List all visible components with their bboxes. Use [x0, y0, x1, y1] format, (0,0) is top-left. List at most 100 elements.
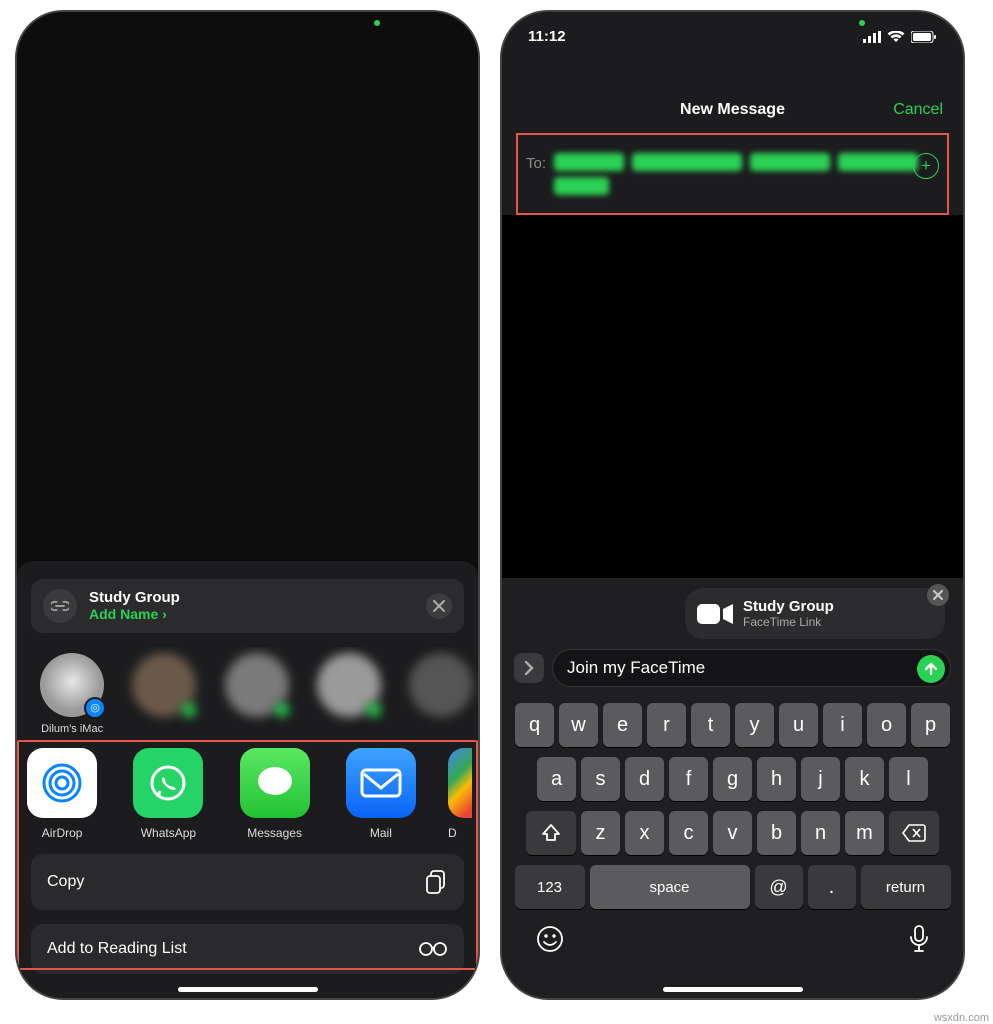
shift-icon [541, 823, 561, 843]
watermark: wsxdn.com [934, 1012, 989, 1024]
key-w[interactable]: w [559, 703, 598, 747]
key-e[interactable]: e [603, 703, 642, 747]
keyboard: q w e r t y u i o p a s d f g h [502, 695, 963, 998]
key-dot[interactable]: . [808, 865, 856, 909]
contact-blurred[interactable] [127, 653, 201, 736]
key-g[interactable]: g [713, 757, 752, 801]
key-h[interactable]: h [757, 757, 796, 801]
add-recipient-button[interactable]: + [913, 153, 939, 179]
key-c[interactable]: c [669, 811, 708, 855]
dictation-button[interactable] [909, 925, 929, 960]
battery-icon [911, 31, 937, 43]
key-f[interactable]: f [669, 757, 708, 801]
share-header: Study Group Add Name › [31, 579, 464, 633]
key-p[interactable]: p [911, 703, 950, 747]
share-sheet: Study Group Add Name › ◎ Dilum's iMac [17, 561, 478, 998]
key-y[interactable]: y [735, 703, 774, 747]
key-j[interactable]: j [801, 757, 840, 801]
add-name-button[interactable]: Add Name › [89, 606, 180, 622]
keyboard-row-3: z x c v b n m [506, 811, 959, 855]
key-o[interactable]: o [867, 703, 906, 747]
key-shift[interactable] [526, 811, 576, 855]
mail-icon [360, 768, 402, 798]
messages-icon [253, 761, 297, 805]
chevron-right-icon [523, 661, 535, 675]
recipients-redacted [554, 153, 935, 195]
close-share-button[interactable] [426, 593, 452, 619]
airdrop-contact[interactable]: ◎ Dilum's iMac [35, 653, 109, 736]
facetime-screenshot: 11:00 Edit FaceTime Create Link New Face… [15, 10, 480, 1000]
share-app-messages[interactable]: Messages [236, 748, 314, 840]
emoji-button[interactable] [536, 925, 564, 960]
home-indicator[interactable] [178, 987, 318, 992]
wifi-icon [887, 31, 905, 43]
share-app-mail[interactable]: Mail [342, 748, 420, 840]
key-i[interactable]: i [823, 703, 862, 747]
key-t[interactable]: t [691, 703, 730, 747]
copy-icon [426, 870, 448, 894]
key-a[interactable]: a [537, 757, 576, 801]
link-icon [43, 589, 77, 623]
key-u[interactable]: u [779, 703, 818, 747]
key-z[interactable]: z [581, 811, 620, 855]
backspace-icon [902, 824, 926, 842]
glasses-icon [418, 941, 448, 957]
key-space[interactable]: space [590, 865, 750, 909]
remove-attachment-button[interactable] [927, 584, 949, 606]
attachment-subtitle: FaceTime Link [743, 615, 834, 629]
attachment-title: Study Group [743, 598, 834, 615]
key-backspace[interactable] [889, 811, 939, 855]
key-m[interactable]: m [845, 811, 884, 855]
key-123[interactable]: 123 [515, 865, 585, 909]
key-x[interactable]: x [625, 811, 664, 855]
chevron-right-icon: › [162, 606, 167, 622]
more-apps-button[interactable] [514, 653, 544, 683]
airdrop-icon [40, 761, 84, 805]
message-header: New Message Cancel [502, 49, 963, 133]
status-time: 11:12 [528, 28, 566, 45]
key-b[interactable]: b [757, 811, 796, 855]
to-label: To: [526, 153, 546, 195]
key-q[interactable]: q [515, 703, 554, 747]
add-reading-list-button[interactable]: Add to Reading List [31, 924, 464, 974]
key-at[interactable]: @ [755, 865, 803, 909]
privacy-indicator [374, 20, 380, 26]
contact-blurred[interactable] [404, 653, 478, 736]
privacy-indicator [859, 20, 865, 26]
send-button[interactable] [917, 655, 945, 683]
airdrop-badge-icon: ◎ [84, 697, 106, 719]
share-app-airdrop[interactable]: AirDrop [23, 748, 101, 840]
keyboard-row-1: q w e r t y u i o p [506, 703, 959, 747]
share-app-partial[interactable] [448, 748, 472, 818]
key-k[interactable]: k [845, 757, 884, 801]
key-l[interactable]: l [889, 757, 928, 801]
contact-blurred[interactable] [312, 653, 386, 736]
close-icon [433, 600, 445, 612]
contacts-row[interactable]: ◎ Dilum's iMac [17, 647, 478, 742]
key-v[interactable]: v [713, 811, 752, 855]
keyboard-row-4: 123 space @ . return [506, 865, 959, 909]
key-return[interactable]: return [861, 865, 951, 909]
cancel-button[interactable]: Cancel [893, 101, 943, 119]
whatsapp-icon [148, 763, 188, 803]
messages-screenshot: 11:12 New Message Cancel To: [500, 10, 965, 1000]
close-icon [933, 590, 943, 600]
key-d[interactable]: d [625, 757, 664, 801]
apps-row[interactable]: AirDrop WhatsApp Messages [17, 742, 478, 840]
key-s[interactable]: s [581, 757, 620, 801]
cellular-icon [863, 31, 881, 43]
message-input[interactable]: Join my FaceTime [552, 649, 951, 687]
home-indicator[interactable] [663, 987, 803, 992]
facetime-link-attachment[interactable]: Study Group FaceTime Link [685, 588, 945, 639]
copy-button[interactable]: Copy [31, 854, 464, 910]
share-title: Study Group [89, 589, 180, 606]
contact-blurred[interactable] [219, 653, 293, 736]
share-app-whatsapp[interactable]: WhatsApp [129, 748, 207, 840]
emoji-icon [536, 925, 564, 953]
key-r[interactable]: r [647, 703, 686, 747]
arrow-up-icon [924, 662, 938, 676]
to-field[interactable]: To: + [516, 133, 949, 215]
video-icon [697, 601, 733, 627]
key-n[interactable]: n [801, 811, 840, 855]
mic-icon [909, 925, 929, 953]
